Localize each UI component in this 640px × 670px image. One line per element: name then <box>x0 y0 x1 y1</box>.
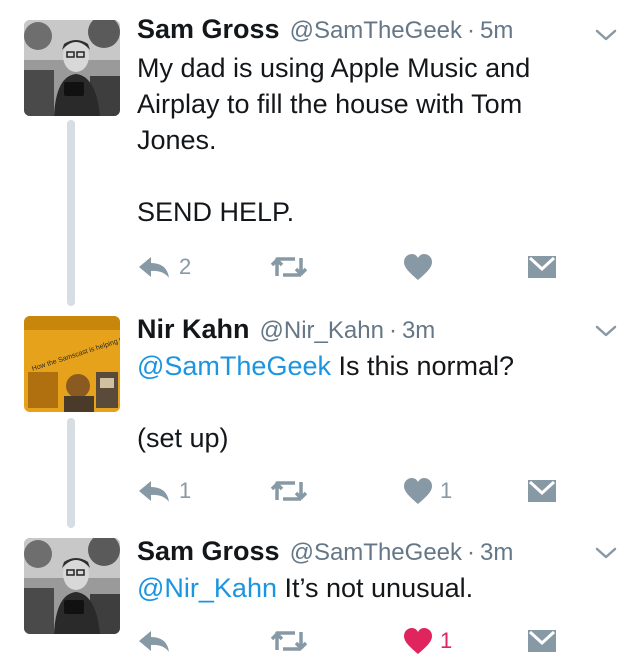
reply-button[interactable] <box>137 624 179 658</box>
avatar[interactable] <box>24 20 120 116</box>
like-button[interactable]: 1 <box>402 624 452 658</box>
author-handle[interactable]: @Nir_Kahn <box>260 317 384 345</box>
retweet-button[interactable] <box>269 624 309 658</box>
heart-icon <box>404 478 432 504</box>
reply-icon <box>139 257 169 278</box>
author-name[interactable]: Sam Gross <box>137 536 280 567</box>
reply-count: 2 <box>179 254 192 279</box>
tweet-header: Sam Gross @SamTheGeek · 5m <box>137 14 513 50</box>
direct-message-icon <box>528 480 556 502</box>
chevron-down-icon[interactable] <box>594 544 618 562</box>
reply-icon <box>139 481 169 502</box>
tweet[interactable]: Sam Gross @SamTheGeek · 3m @Nir_Kahn It’… <box>0 536 640 670</box>
tweet-text-content: My dad is using Apple Music and Airplay … <box>137 53 531 227</box>
timestamp[interactable]: 5m <box>480 17 513 45</box>
tweet-actions: 1 <box>137 624 617 658</box>
tweet[interactable]: Sam Gross @SamTheGeek · 5m My dad is usi… <box>0 14 640 294</box>
tweet-header: Nir Kahn @Nir_Kahn · 3m <box>137 314 435 350</box>
avatar[interactable] <box>24 538 120 634</box>
reply-icon <box>139 631 169 652</box>
timestamp[interactable]: 3m <box>402 317 435 345</box>
reply-button[interactable]: 2 <box>137 250 191 284</box>
avatar[interactable]: How the Samscast is helping to form your… <box>24 316 120 412</box>
separator: · <box>467 17 476 44</box>
retweet-button[interactable] <box>269 250 309 284</box>
retweet-icon <box>270 257 308 277</box>
like-button[interactable]: 1 <box>402 474 452 508</box>
chevron-down-icon[interactable] <box>594 322 618 340</box>
tweet-text: @SamTheGeek Is this normal? (set up) <box>137 348 607 456</box>
direct-message-button[interactable] <box>527 250 557 284</box>
direct-message-button[interactable] <box>527 474 557 508</box>
like-count: 1 <box>440 478 453 503</box>
separator: · <box>467 539 476 566</box>
reply-count: 1 <box>179 478 192 503</box>
direct-message-icon <box>528 256 556 278</box>
tweet[interactable]: How the Samscast is helping to form your… <box>0 314 640 514</box>
chevron-down-icon[interactable] <box>594 26 618 44</box>
reply-button[interactable]: 1 <box>137 474 191 508</box>
tweet-text: @Nir_Kahn It’s not unusual. <box>137 570 607 606</box>
author-name[interactable]: Nir Kahn <box>137 314 250 345</box>
tweet-actions: 1 1 <box>137 474 617 508</box>
retweet-icon <box>270 631 308 651</box>
heart-icon <box>404 628 432 654</box>
author-name[interactable]: Sam Gross <box>137 14 280 45</box>
mention-link[interactable]: @SamTheGeek <box>137 351 331 381</box>
tweet-text: My dad is using Apple Music and Airplay … <box>137 50 607 230</box>
like-count: 1 <box>440 628 453 653</box>
heart-icon <box>404 254 432 280</box>
direct-message-button[interactable] <box>527 624 557 658</box>
direct-message-icon <box>528 630 556 652</box>
author-handle[interactable]: @SamTheGeek <box>290 539 462 567</box>
author-handle[interactable]: @SamTheGeek <box>290 17 462 45</box>
avatar-photo: How the Samscast is helping to form your… <box>24 316 120 412</box>
tweet-header: Sam Gross @SamTheGeek · 3m <box>137 536 513 572</box>
retweet-icon <box>270 481 308 501</box>
retweet-button[interactable] <box>269 474 309 508</box>
timestamp[interactable]: 3m <box>480 539 513 567</box>
mention-link[interactable]: @Nir_Kahn <box>137 573 277 603</box>
avatar-photo <box>24 538 120 634</box>
tweet-text-content: It’s not unusual. <box>276 573 474 603</box>
avatar-photo <box>24 20 120 116</box>
tweet-actions: 2 <box>137 250 617 284</box>
like-button[interactable] <box>402 250 440 284</box>
separator: · <box>388 317 397 344</box>
